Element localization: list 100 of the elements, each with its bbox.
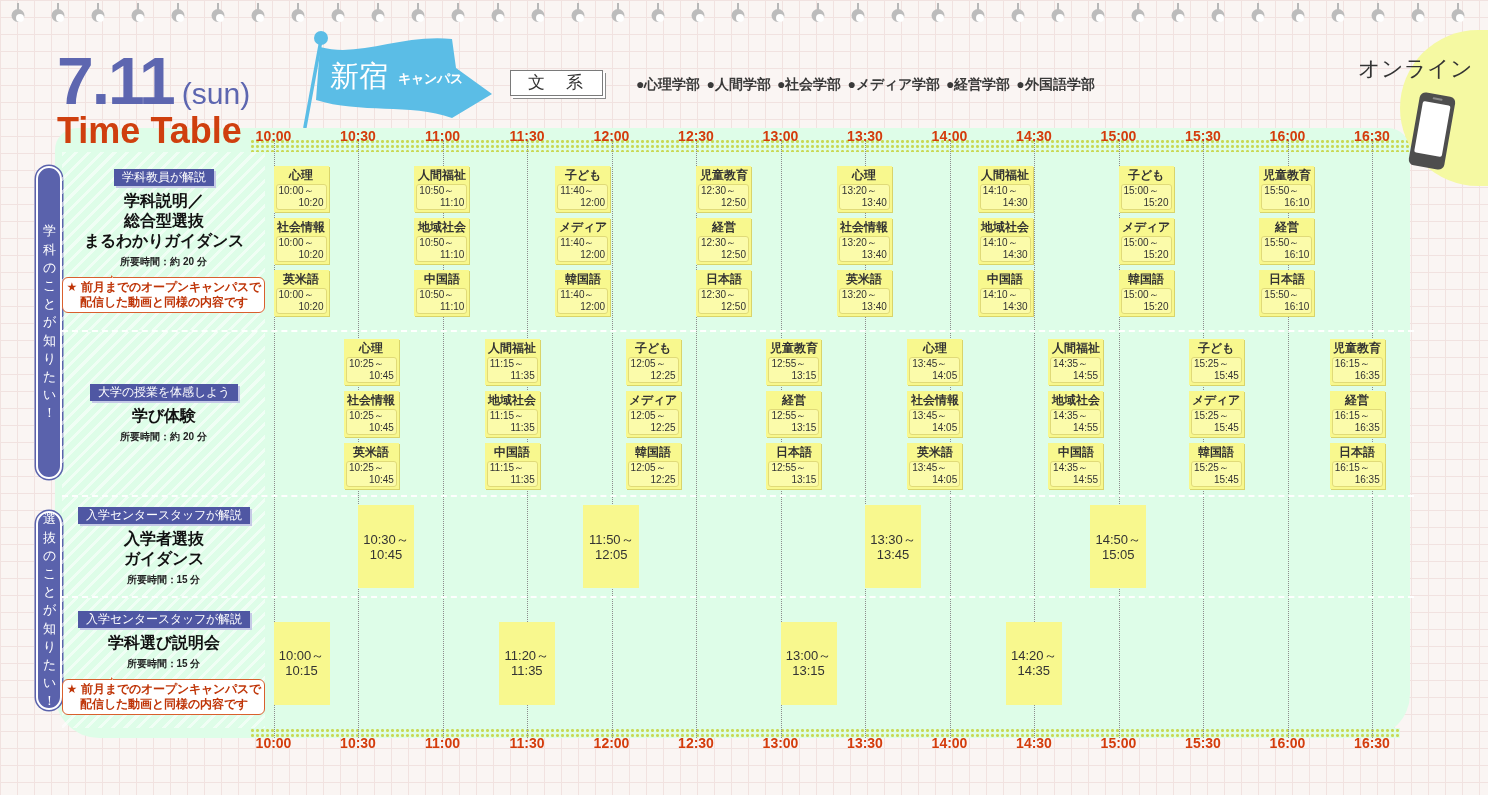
session-title: 学び体験: [131, 406, 196, 426]
start-time: 16:15～: [1334, 461, 1370, 474]
start-time: 10:00～: [278, 648, 325, 663]
end-time: 11:35: [511, 663, 543, 678]
subject-label: 経営: [711, 220, 736, 235]
start-time: 13:45～: [912, 357, 948, 370]
end-time: 12:25: [650, 473, 676, 486]
start-time: 11:20～: [504, 648, 550, 663]
subject-label: 英米語: [846, 272, 883, 287]
subject-label: 英米語: [916, 444, 953, 460]
end-time: 12:00: [580, 197, 606, 209]
weekday-label: (sun): [181, 79, 251, 109]
duration-label: 所要時間：約 20 分: [120, 256, 207, 268]
section-label: 学科のことが知りたい！: [36, 166, 62, 479]
axis-time-label: 16:00: [1268, 736, 1307, 750]
start-time: 12:05～: [630, 409, 666, 422]
subject-label: 児童教育: [699, 168, 748, 183]
subject-label: 子ども: [1128, 168, 1164, 183]
start-time: 10:00～: [278, 237, 314, 249]
end-time: 13:15: [791, 473, 817, 486]
axis-time-label: 14:00: [930, 129, 969, 143]
start-time: 11:40～: [560, 185, 595, 197]
start-time: 10:00～: [278, 185, 314, 197]
axis-time-label: 11:30: [508, 129, 546, 143]
binder-ring-icon: [931, 3, 945, 23]
binder-ring-icon: [971, 3, 985, 23]
end-time: 15:45: [1213, 369, 1239, 382]
faculty-item: ●心理学部: [636, 75, 701, 93]
subject-label: 地域社会: [981, 220, 1030, 235]
start-time: 14:10～: [982, 185, 1018, 197]
subject-label: 心理: [359, 340, 384, 356]
end-time: 15:20: [1143, 197, 1169, 209]
binder-ring-icon: [1171, 3, 1185, 23]
binder-ring-icon: [91, 3, 105, 23]
end-time: 12:05: [595, 546, 628, 562]
subject-label: 社会情報: [910, 392, 959, 408]
start-time: 12:55～: [771, 357, 807, 370]
end-time: 14:55: [1073, 473, 1099, 486]
axis-time-label: 16:30: [1353, 736, 1391, 750]
end-time: 12:25: [650, 421, 676, 434]
end-time: 14:05: [932, 369, 958, 382]
start-time: 11:40～: [560, 289, 595, 301]
end-time: 16:35: [1354, 473, 1380, 486]
timetable-title: Time Table: [57, 113, 242, 149]
end-time: 13:40: [861, 301, 887, 313]
subject-label: 韓国語: [1198, 444, 1235, 460]
subject-label: 中国語: [987, 272, 1024, 287]
faculty-item: ●人間学部: [706, 75, 771, 93]
start-time: 10:50～: [419, 237, 455, 249]
note-text: ★ 前月までのオープンキャンパスで: [66, 280, 261, 295]
binder-ring-icon: [1251, 3, 1265, 23]
subject-label: 地域社会: [1051, 392, 1100, 408]
end-time: 16:35: [1354, 369, 1380, 382]
start-time: 10:25～: [348, 461, 384, 474]
start-time: 14:35～: [1053, 461, 1089, 474]
start-time: 11:15～: [489, 357, 525, 370]
campus-suffix: キャンパス: [398, 71, 463, 87]
start-time: 11:15～: [489, 409, 525, 422]
binder-ring-icon: [51, 3, 65, 23]
end-time: 11:35: [510, 421, 535, 434]
start-time: 12:55～: [771, 461, 807, 474]
note-text: 配信した動画と同様の内容です: [79, 295, 248, 310]
binder-ring-icon: [1411, 3, 1425, 23]
subject-label: 心理: [852, 168, 877, 183]
subject-label: 日本語: [705, 272, 742, 287]
end-time: 10:20: [298, 249, 324, 261]
start-time: 10:25～: [348, 357, 384, 370]
end-time: 12:25: [650, 369, 676, 382]
end-time: 16:10: [1284, 301, 1310, 313]
binder-ring-icon: [251, 3, 265, 23]
end-time: 11:35: [510, 369, 535, 382]
subject-label: メディア: [629, 392, 678, 408]
start-time: 15:50～: [1264, 289, 1300, 301]
subject-label: 中国語: [423, 272, 460, 287]
end-time: 14:55: [1073, 369, 1099, 382]
date-title: 7.11: [57, 51, 174, 111]
start-time: 13:00～: [785, 648, 832, 663]
binder-ring-icon: [11, 3, 25, 23]
start-time: 14:35～: [1053, 409, 1089, 422]
binder-ring-icon: [1051, 3, 1065, 23]
subject-label: 人間福祉: [1051, 340, 1100, 356]
presenter-badge: 入学センタースタッフが解説: [77, 507, 250, 524]
start-time: 15:00～: [1123, 185, 1159, 197]
subject-label: 社会情報: [347, 392, 396, 408]
binder-ring-icon: [1331, 3, 1345, 23]
axis-time-label: 12:00: [592, 129, 631, 143]
binder-ring-icon: [611, 3, 625, 23]
start-time: 15:25～: [1193, 357, 1229, 370]
start-time: 12:05～: [630, 461, 666, 474]
end-time: 13:15: [791, 369, 817, 382]
start-time: 10:30～: [363, 531, 409, 547]
axis-time-label: 14:30: [1015, 129, 1053, 143]
binder-ring-icon: [491, 3, 505, 23]
end-time: 13:40: [861, 197, 887, 209]
session-title: 学科説明／: [123, 191, 204, 211]
axis-time-label: 13:00: [761, 736, 800, 750]
subject-label: 英米語: [283, 272, 319, 287]
subject-label: 地域社会: [417, 220, 466, 235]
subject-label: メディア: [1122, 220, 1170, 235]
duration-label: 所要時間：約 20 分: [120, 431, 207, 443]
